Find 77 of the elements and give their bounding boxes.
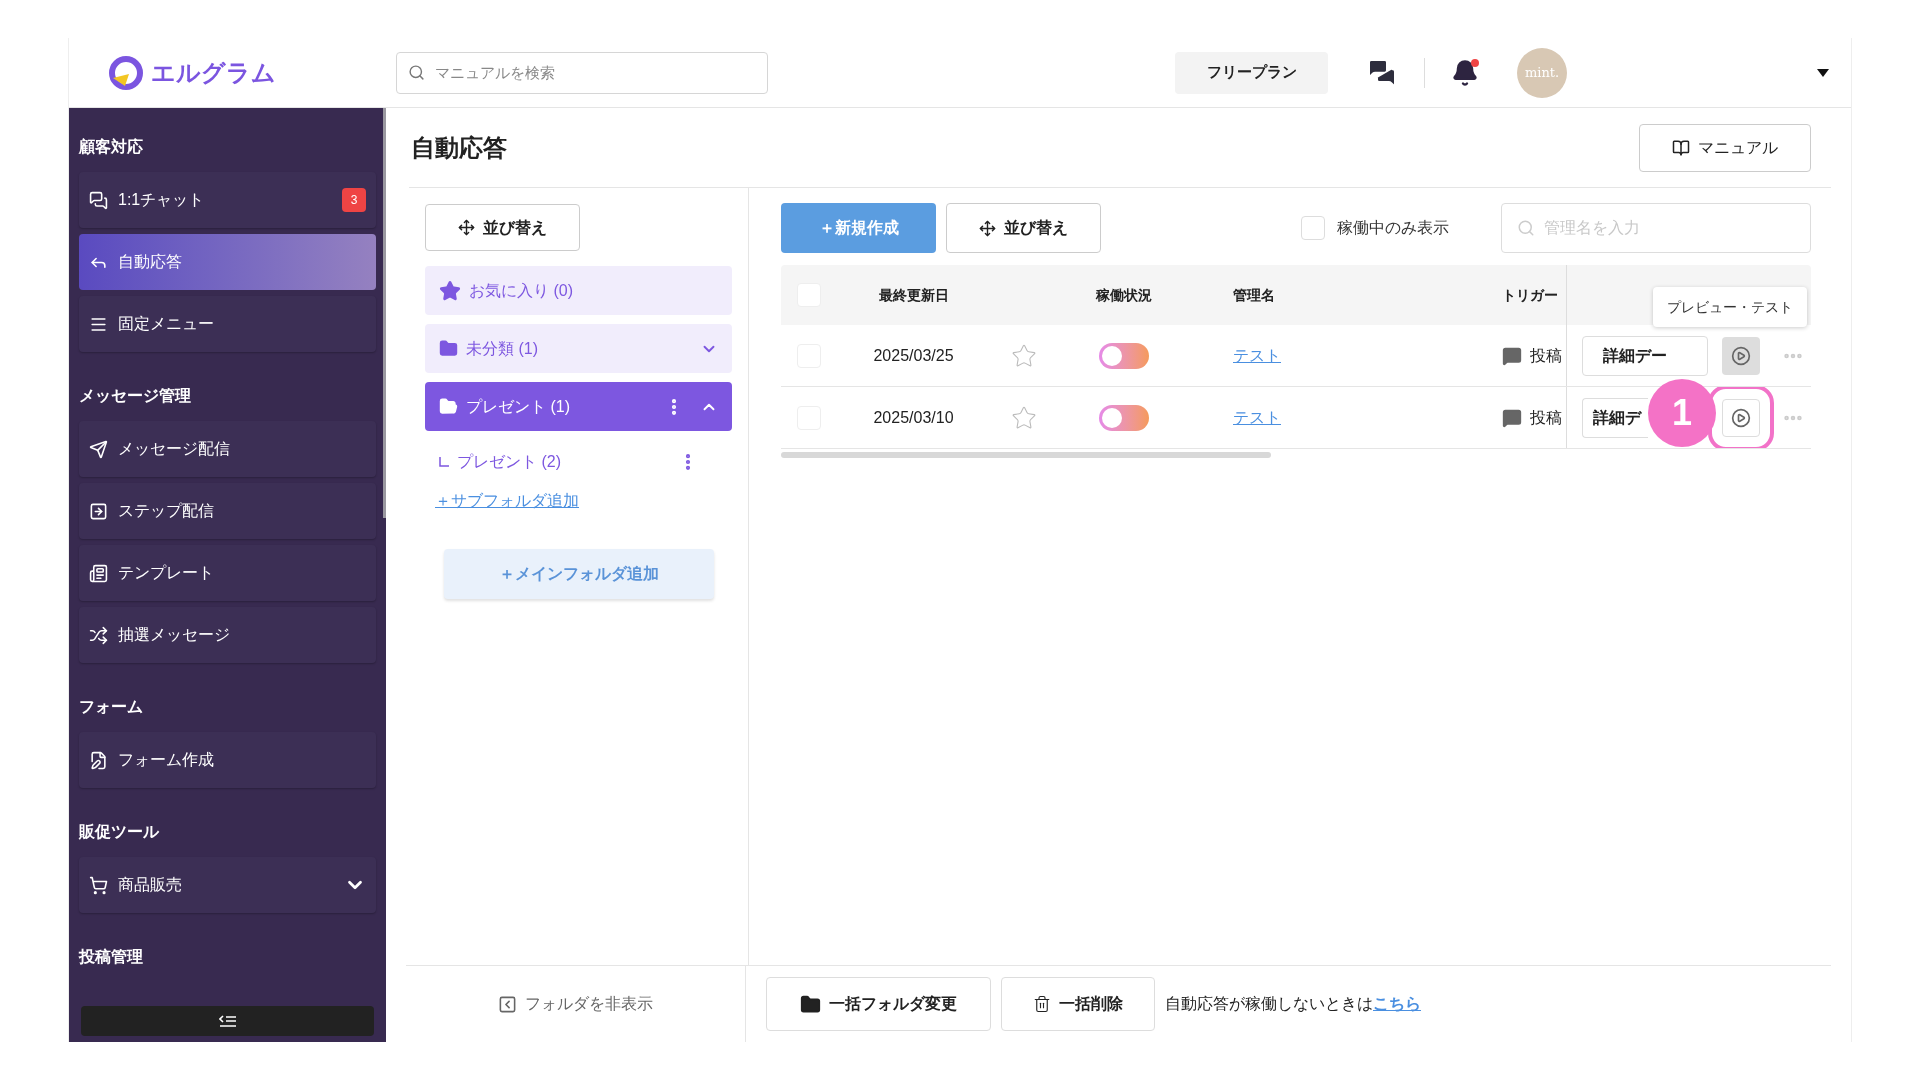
- arrow-box-icon: [89, 501, 108, 521]
- folder-icon: [439, 339, 458, 358]
- cart-icon: [89, 875, 108, 895]
- template-icon: [89, 563, 108, 583]
- collapse-icon: [218, 1014, 237, 1028]
- section-heading: 投稿管理: [79, 947, 144, 967]
- trigger-cell-text: 投稿: [1530, 407, 1562, 428]
- sidebar-item[interactable]: メッセージ配信: [79, 421, 376, 477]
- logo-text: エルグラム: [151, 57, 276, 88]
- help-note: 自動応答が稼働しないときはこちら: [1165, 994, 1421, 1014]
- column-header: 最終更新日: [877, 285, 950, 305]
- sidebar-item[interactable]: ステップ配信: [79, 483, 376, 539]
- detail-button[interactable]: 詳細デ: [1582, 397, 1648, 438]
- logo-icon: [109, 55, 143, 90]
- sidebar-item[interactable]: 固定メニュー: [79, 296, 376, 352]
- hide-folders-link[interactable]: フォルダを非表示: [525, 992, 653, 1016]
- sidebar-item[interactable]: 自動応答: [79, 234, 376, 290]
- search-field[interactable]: マニュアルを検索: [396, 51, 768, 94]
- checkbox-label: 稼働中のみ表示: [1337, 218, 1449, 238]
- folder-icon: [439, 397, 458, 416]
- add-subfolder-link[interactable]: ＋サブフォルダ追加: [435, 489, 579, 513]
- dropdown-caret-icon[interactable]: [1817, 68, 1829, 77]
- book-icon: [1672, 138, 1690, 157]
- column-header: トリガー: [1501, 285, 1559, 305]
- chat-icon: [89, 190, 108, 210]
- sidebar-item[interactable]: テンプレート: [79, 545, 376, 601]
- shuffle-icon: [89, 625, 108, 645]
- sidebar-item[interactable]: 商品販売: [79, 857, 376, 913]
- count-badge: 3: [342, 188, 366, 212]
- comment-icon: [1502, 345, 1522, 366]
- star-icon: [439, 279, 461, 302]
- trigger-cell-text: 投稿: [1530, 345, 1562, 366]
- detail-button[interactable]: 詳細デー: [1582, 335, 1708, 376]
- sort-button[interactable]: 並び替え: [425, 204, 580, 251]
- page-title: 自動応答: [411, 132, 507, 163]
- tree-branch-icon: [439, 457, 449, 467]
- date-cell-text: 2025/03/25: [872, 345, 955, 366]
- move-icon: [458, 219, 475, 236]
- bulk-delete-button[interactable]: 一括削除: [1001, 977, 1155, 1031]
- form-edit-icon: [89, 750, 108, 770]
- manual-button[interactable]: マニュアル: [1639, 123, 1811, 172]
- date-cell-text: 2025/03/10: [872, 407, 955, 428]
- section-heading: フォーム: [79, 697, 144, 717]
- comment-icon: [1502, 407, 1522, 428]
- sidebar-item[interactable]: フォーム作成: [79, 732, 376, 788]
- play-icon: [1731, 407, 1751, 428]
- section-heading: 顧客対応: [79, 137, 144, 157]
- step-number-badge: 1: [1648, 379, 1716, 447]
- star-icon[interactable]: [1010, 342, 1037, 369]
- column-header: 稼働状況: [1094, 285, 1153, 305]
- play-button[interactable]: [1722, 336, 1760, 375]
- checkbox[interactable]: [1301, 216, 1325, 240]
- folder-item[interactable]: プレゼント (1): [425, 382, 732, 431]
- star-icon[interactable]: [1010, 404, 1037, 431]
- plan-button[interactable]: フリープラン: [1175, 51, 1328, 94]
- search-icon: [1517, 219, 1535, 237]
- sidebar-item[interactable]: 1:1チャット 3: [79, 172, 376, 228]
- collapse-left-icon[interactable]: [498, 994, 517, 1014]
- sort-button[interactable]: 並び替え: [946, 203, 1101, 253]
- folder-item[interactable]: 未分類 (1): [425, 324, 732, 373]
- section-heading: 販促ツール: [79, 822, 160, 842]
- move-icon: [979, 219, 996, 237]
- folder-item[interactable]: お気に入り (0): [425, 266, 732, 315]
- toggle-switch[interactable]: [1098, 342, 1149, 369]
- toggle-switch[interactable]: [1098, 404, 1149, 431]
- bulk-folder-button[interactable]: 一括フォルダ変更: [766, 977, 991, 1031]
- trash-icon: [1033, 995, 1051, 1013]
- column-header: 管理名: [1232, 285, 1276, 305]
- play-icon: [1731, 345, 1751, 366]
- tooltip: プレビュー・テスト: [1653, 287, 1807, 327]
- subfolder-item[interactable]: プレゼント (2): [457, 450, 670, 474]
- bell-icon[interactable]: [1451, 58, 1479, 87]
- search-icon: [408, 63, 425, 81]
- sidebar-item[interactable]: 抽選メッセージ: [79, 607, 376, 663]
- section-heading: メッセージ管理: [79, 386, 192, 406]
- send-icon: [89, 439, 108, 459]
- folder-icon: [800, 993, 821, 1015]
